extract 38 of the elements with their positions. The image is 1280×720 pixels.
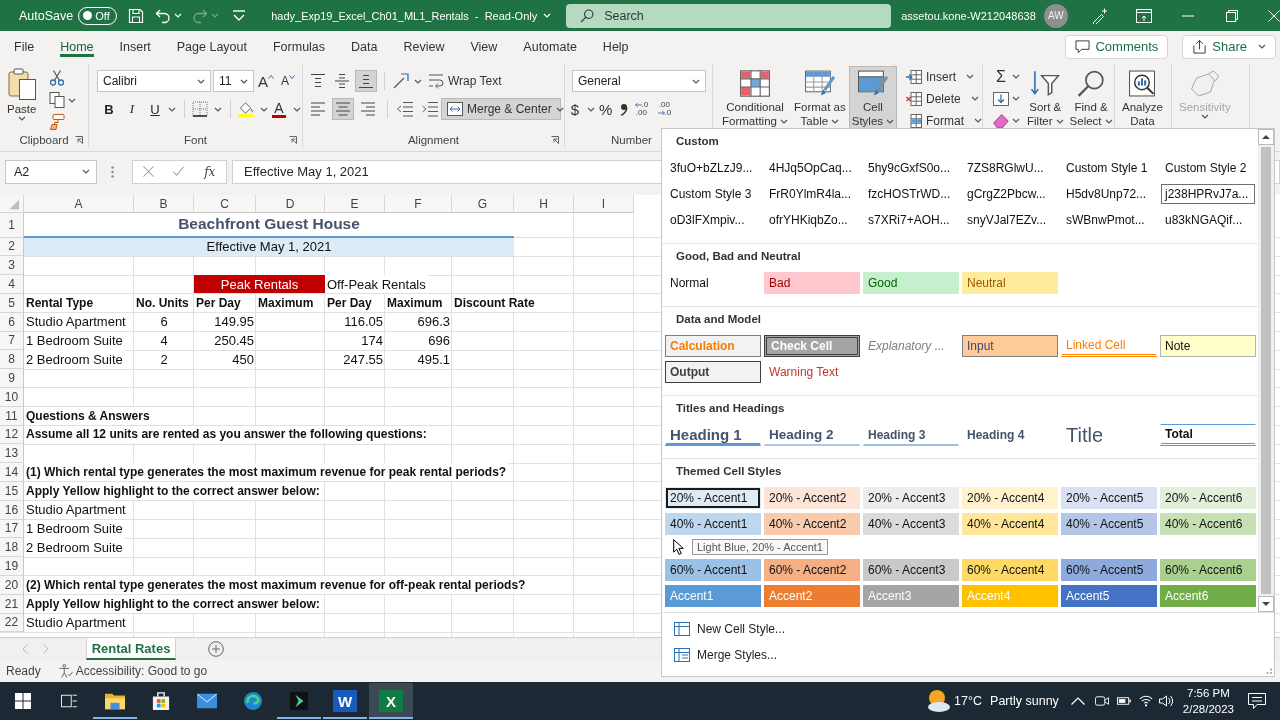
table-cell-text: 696 bbox=[427, 331, 451, 350]
section-heading: Good, Bad and Neutral bbox=[675, 249, 801, 264]
table-cell: Off-Peak Rentals bbox=[325, 275, 428, 293]
section-heading: Data and Model bbox=[675, 312, 761, 327]
table-cell: (1) Which rental type generates the most maximum revenue for peak rental periods? bbox=[24, 463, 509, 481]
table-cell-text: 250.45 bbox=[213, 331, 255, 350]
section-heading: Titles and Headings bbox=[675, 401, 785, 416]
app-letter-tile: W bbox=[333, 690, 357, 712]
table-cell: Beachfront Guest House bbox=[24, 213, 514, 238]
section-heading: Themed Cell Styles bbox=[675, 464, 782, 479]
table-cell-text: 4 bbox=[159, 331, 169, 350]
table-cell: Peak Rentals bbox=[194, 275, 325, 293]
table-cell: Apply Yellow highlight to the correct answer below: bbox=[24, 594, 322, 613]
table-cell-text: 6 bbox=[159, 313, 169, 331]
table-cell-text: 2 bbox=[159, 350, 169, 369]
table-cell: Discount Rate bbox=[452, 294, 537, 312]
account-name: assetou.kone-W212048638 bbox=[901, 9, 1036, 22]
table-cell: Assume all 12 units are rented as you answer the following questions: bbox=[24, 425, 429, 444]
table-cell-text: 495.1 bbox=[416, 350, 451, 369]
table-cell-text: 174 bbox=[360, 331, 384, 350]
table-cell-text: 247.55 bbox=[342, 350, 384, 369]
document-title: hady_Exp19_Excel_Ch01_ML1_Rentals - Read-Only bbox=[271, 9, 538, 22]
group-label: Clipboard bbox=[19, 134, 69, 146]
autosave-label: AutoSave bbox=[19, 8, 74, 23]
table-cell-text: 116.05 bbox=[343, 313, 384, 331]
table-cell-text: 149.95 bbox=[213, 313, 255, 331]
status-text: Ready bbox=[6, 664, 41, 678]
table-cell: (2) Which rental type generates the most maximum revenue for off-peak rental periods? bbox=[24, 575, 528, 594]
tooltip: Light Blue, 20% - Accent1 bbox=[692, 539, 828, 555]
table-cell: Questions & Answers bbox=[24, 406, 152, 425]
group-label: Number bbox=[611, 134, 652, 146]
table-cell-text: 696.3 bbox=[416, 313, 451, 331]
section-heading: Custom bbox=[675, 134, 719, 149]
table-cell: Apply Yellow highlight to the correct answer below: bbox=[24, 481, 322, 500]
table-cell-text: 450 bbox=[231, 350, 255, 369]
group-label: Alignment bbox=[407, 134, 460, 146]
group-label: Font bbox=[184, 134, 207, 146]
app-letter-tile: X bbox=[379, 690, 403, 712]
